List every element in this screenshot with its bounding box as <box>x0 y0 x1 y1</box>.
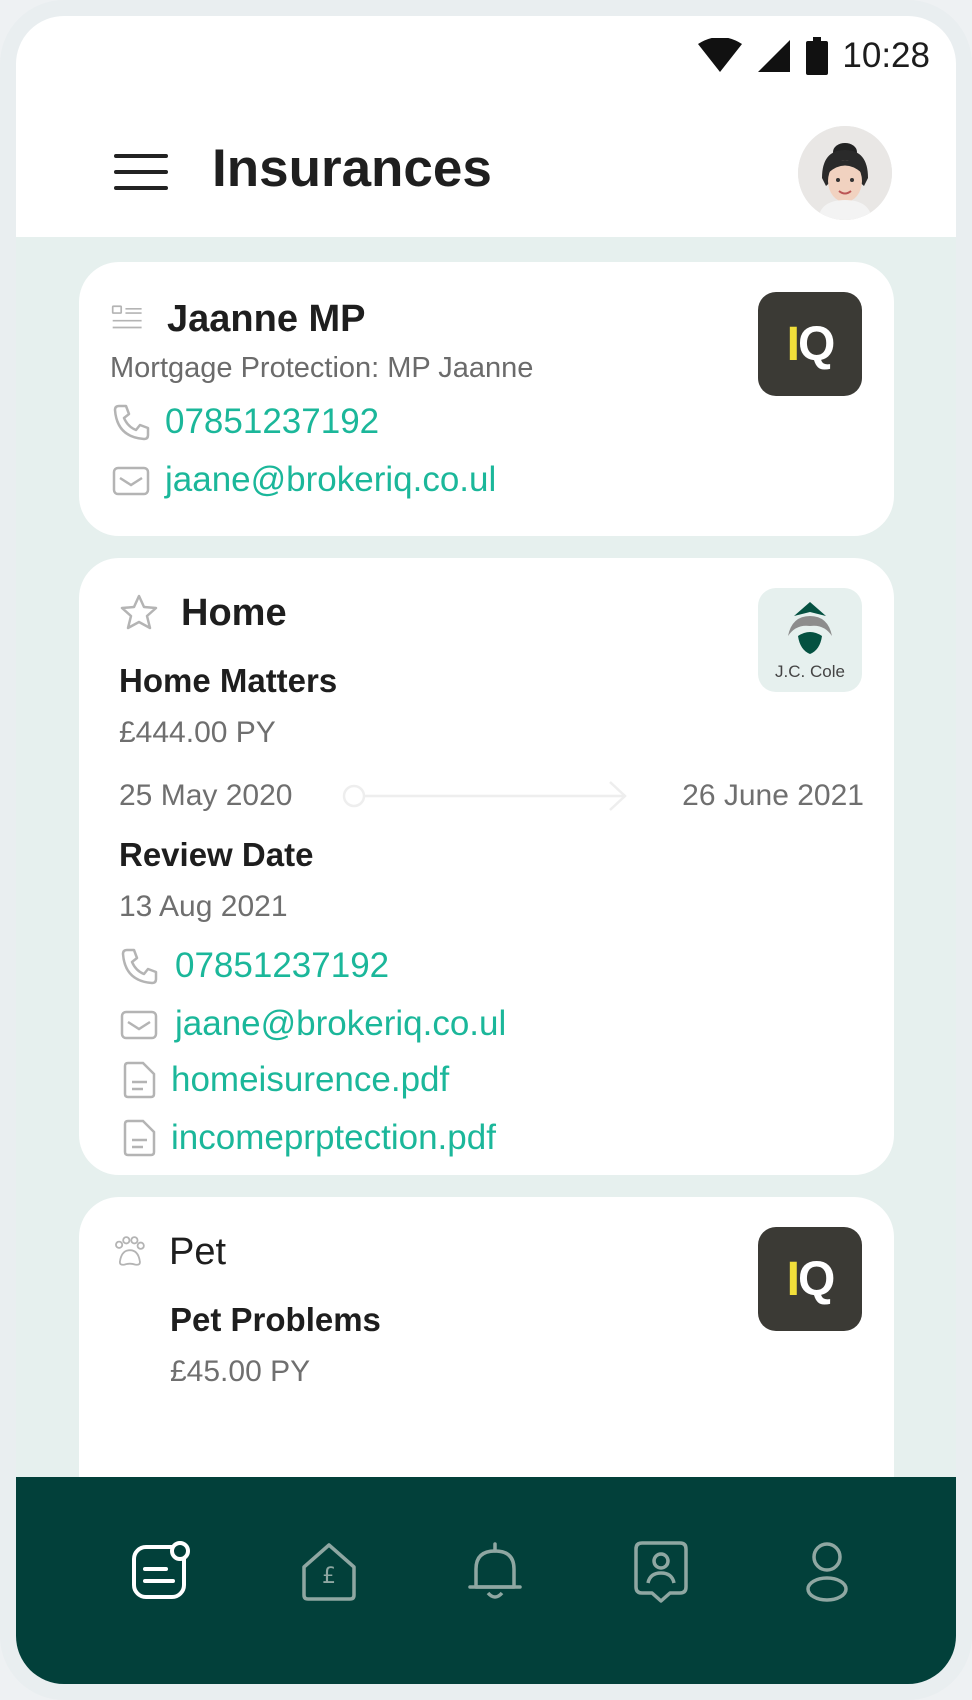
jc-cole-logo-text: J.C. Cole <box>775 662 845 681</box>
document-name[interactable]: incomeprptection.pdf <box>171 1118 496 1158</box>
card-title: Pet <box>169 1230 227 1273</box>
insurance-card[interactable]: Jaanne MP Mortgage Protection: MP Jaanne… <box>79 262 894 536</box>
phone-number[interactable]: 07851237192 <box>165 402 379 442</box>
contact-icon[interactable] <box>626 1537 696 1607</box>
home-finance-icon[interactable]: £ <box>294 1537 364 1607</box>
page-title: Insurances <box>212 139 492 198</box>
hamburger-icon[interactable] <box>114 152 170 192</box>
id-card-icon <box>111 305 142 329</box>
file-icon <box>123 1119 156 1157</box>
app-header: Insurances <box>16 86 956 237</box>
jc-cole-logo: J.C. Cole <box>758 588 862 692</box>
insurance-list: Jaanne MP Mortgage Protection: MP Jaanne… <box>16 237 956 1477</box>
file-icon <box>123 1061 156 1099</box>
document-link[interactable]: homeisurence.pdf <box>119 1060 449 1100</box>
product-name: Home Matters <box>119 662 338 699</box>
product-name: Pet Problems <box>170 1301 381 1338</box>
phone-link[interactable]: 07851237192 <box>119 946 389 986</box>
insurance-card[interactable]: Pet Pet Problems £45.00 PY IQ <box>79 1197 894 1477</box>
bell-icon[interactable] <box>460 1537 530 1607</box>
end-date: 26 June 2021 <box>682 779 864 812</box>
brokeriq-logo: IQ <box>758 1227 862 1331</box>
policies-icon[interactable] <box>128 1537 198 1607</box>
signal-icon <box>758 40 791 72</box>
brokeriq-logo: IQ <box>758 292 862 396</box>
user-icon[interactable] <box>792 1537 862 1607</box>
policy-period: 25 May 2020 26 June 2021 <box>119 776 864 816</box>
battery-icon <box>806 37 829 75</box>
start-date: 25 May 2020 <box>119 779 293 812</box>
svg-text:£: £ <box>322 1564 336 1589</box>
phone-icon <box>121 948 158 985</box>
document-link[interactable]: incomeprptection.pdf <box>119 1118 496 1158</box>
card-title: Jaanne MP <box>167 297 366 340</box>
screen: 10:28 Insurances Jaanne MP Mortgage Prot… <box>16 16 956 1684</box>
phone-frame: 10:28 Insurances Jaanne MP Mortgage Prot… <box>0 0 972 1700</box>
card-title: Home <box>181 591 287 634</box>
phone-number[interactable]: 07851237192 <box>175 946 389 986</box>
timeline-arrow-icon <box>343 781 628 811</box>
wifi-icon <box>698 38 743 72</box>
email-address[interactable]: jaane@brokeriq.co.ul <box>175 1004 506 1044</box>
card-subtitle: Mortgage Protection: MP Jaanne <box>110 352 534 384</box>
status-bar: 10:28 <box>698 26 930 86</box>
document-name[interactable]: homeisurence.pdf <box>171 1060 449 1100</box>
phone-link[interactable]: 07851237192 <box>111 402 379 442</box>
star-icon <box>120 594 158 630</box>
review-date: 13 Aug 2021 <box>119 890 288 923</box>
email-link[interactable]: jaane@brokeriq.co.ul <box>111 460 496 500</box>
mail-icon <box>112 466 150 496</box>
status-time: 10:28 <box>842 36 930 75</box>
insurance-card[interactable]: Home Home Matters £444.00 PY 25 May 2020… <box>79 558 894 1175</box>
avatar[interactable] <box>798 126 892 220</box>
premium: £444.00 PY <box>119 716 276 749</box>
bottom-navigation: £ <box>16 1477 956 1684</box>
paw-icon <box>115 1236 145 1266</box>
email-link[interactable]: jaane@brokeriq.co.ul <box>119 1004 506 1044</box>
email-address[interactable]: jaane@brokeriq.co.ul <box>165 460 496 500</box>
mail-icon <box>120 1010 158 1040</box>
premium: £45.00 PY <box>170 1355 311 1388</box>
review-label: Review Date <box>119 836 314 873</box>
phone-icon <box>113 404 150 441</box>
